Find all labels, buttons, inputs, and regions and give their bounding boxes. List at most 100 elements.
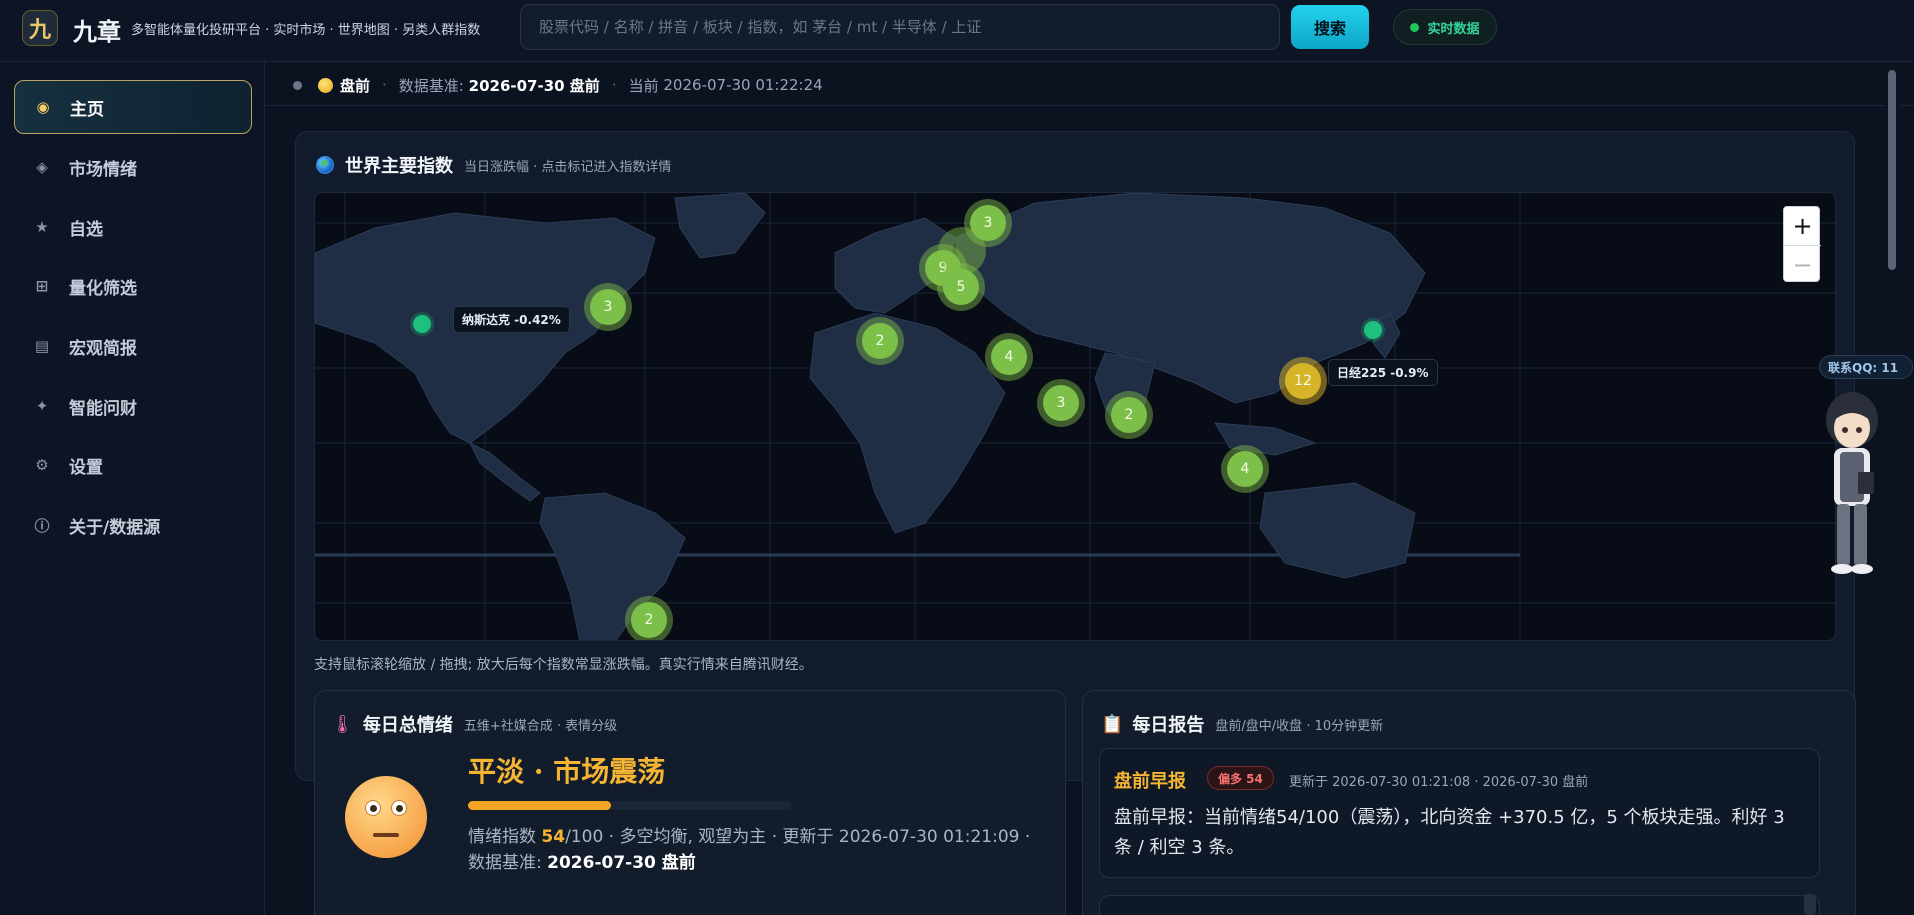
index-cluster[interactable]: 4 [1221,445,1269,493]
sidebar-item-about[interactable]: ⓘ 关于/数据源 [14,498,252,552]
sentiment-header: 🌡 每日总情绪 五维+社媒合成 · 表情分级 [331,711,617,737]
index-cluster[interactable]: 3 [1037,379,1085,427]
app-subtitle: 多智能体量化投研平台 · 实时市场 · 世界地图 · 另类人群指数 [131,23,481,38]
report-subtitle: 盘前/盘中/收盘 · 10分钟更新 [1215,718,1384,734]
diamond-icon: ◈ [36,158,48,176]
world-index-header: 世界主要指数 当日涨跌幅 · 点击标记进入指数详情 [316,152,671,178]
nasdaq-marker[interactable] [413,315,431,333]
globe-icon [316,156,334,174]
sidebar-item-label: 量化筛选 [69,278,137,299]
live-data-badge[interactable]: 实时数据 [1393,9,1497,45]
sentiment-title: 每日总情绪 [362,715,453,736]
zoom-in-button[interactable]: + [1784,207,1821,245]
world-map[interactable]: 纳斯达克 -0.42% 3 2 9 3 5 4 3 2 4 2 12 日经225… [314,192,1836,641]
sentiment-score: 54 [541,827,566,847]
index-cluster[interactable]: 5 [937,263,985,311]
info-icon: ⓘ [34,516,50,535]
basis-label: 数据基准: [398,76,464,95]
neutral-face-icon [345,776,427,858]
bias-badge: 偏多 54 [1207,766,1274,790]
radio-dot-icon: ◉ [36,98,50,116]
sidebar-item-watchlist[interactable]: ★ 自选 [14,200,252,254]
mouth [373,833,399,837]
list-icon: ▤ [34,337,50,355]
star-icon: ★ [35,218,49,236]
index-label: 情绪指数 [468,827,536,847]
sparkle-icon: ✦ [35,397,49,415]
world-index-title: 世界主要指数 [345,156,453,177]
sidebar-item-label: 市场情绪 [69,159,137,180]
divider [265,105,1914,106]
app-logo[interactable]: 九 [22,10,58,46]
sidebar-item-macro-brief[interactable]: ▤ 宏观简报 [14,319,252,373]
grid-icon: ⊞ [35,277,49,295]
report-header: 📋 每日报告 盘前/盘中/收盘 · 10分钟更新 [1101,711,1383,737]
clipboard-icon: 📋 [1101,713,1124,735]
sentiment-progress-bar [468,801,792,810]
score-max: /100 [565,827,604,847]
sidebar-item-label: 宏观简报 [69,338,137,359]
sentiment-progress-fill [468,801,611,810]
zoom-out-button[interactable]: − [1784,245,1821,283]
session-label: 盘前 [340,76,371,95]
page-scrollbar-thumb[interactable] [1888,70,1896,270]
report-item-title[interactable]: 盘前早报 [1114,767,1186,793]
basis-value: 2026-07-30 盘前 [468,76,600,95]
sentiment-subtitle: 五维+社媒合成 · 表情分级 [463,718,618,734]
index-marker[interactable] [1364,321,1382,339]
session-moon-icon [318,77,333,93]
eye [391,800,407,816]
sidebar-item-home[interactable]: ◉ 主页 [14,80,252,134]
index-cluster-japan[interactable]: 12 [1279,357,1327,405]
index-cluster[interactable]: 4 [985,333,1033,381]
current-label: 当前 [628,76,659,95]
mood-title: 平淡 · 市场震荡 [468,755,666,788]
cluster-count: 12 [1285,363,1321,399]
report-item-meta: 更新于 2026-07-30 01:21:08 · 2026-07-30 盘前 [1289,775,1589,790]
cluster-count: 3 [1043,385,1079,421]
cluster-count: 2 [862,323,898,359]
sidebar-item-label: 设置 [69,457,103,478]
sentiment-basis: 2026-07-30 盘前 [547,853,696,873]
map-hint: 支持鼠标滚轮缩放 / 拖拽; 放大后每个指数常显涨跌幅。真实行情来自腾讯财经。 [314,657,813,673]
sidebar-item-smart-ask[interactable]: ✦ 智能问财 [14,379,252,433]
sidebar-item-settings[interactable]: ⚙ 设置 [14,438,252,492]
sidebar-item-label: 智能问财 [69,398,137,419]
nasdaq-label[interactable]: 纳斯达克 -0.42% [453,306,570,333]
sidebar-item-label: 主页 [70,99,104,120]
report-item-text: 盘前早报：当前情绪54/100（震荡），北向资金 +370.5 亿，5 个板块走… [1114,807,1785,858]
live-status-dot-icon [1410,22,1420,32]
gear-icon: ⚙ [35,456,49,474]
cluster-count: 2 [1111,397,1147,433]
separator: · [611,76,617,94]
world-index-subtitle: 当日涨跌幅 · 点击标记进入指数详情 [464,159,672,175]
app-title: 九章 [73,18,121,46]
index-cluster[interactable]: 2 [1105,391,1153,439]
sidebar-item-label: 自选 [69,219,103,240]
cluster-count: 4 [991,339,1027,375]
report-scrollbar[interactable] [1804,894,1816,915]
eye [365,800,381,816]
sidebar-item-quant-screen[interactable]: ⊞ 量化筛选 [14,259,252,313]
current-time: 2026-07-30 01:22:24 [663,76,823,94]
thermometer-icon: 🌡 [331,713,354,735]
report-title: 每日报告 [1132,715,1205,736]
report-item-next[interactable] [1099,895,1820,915]
live-data-label: 实时数据 [1427,21,1480,37]
index-cluster[interactable]: 2 [625,596,673,640]
cluster-count: 3 [590,289,626,325]
index-cluster[interactable]: 3 [584,283,632,331]
contact-qq-badge[interactable]: 联系QQ: 11 [1819,355,1913,379]
status-dot-icon [293,80,302,90]
sidebar-item-label: 关于/数据源 [69,517,161,538]
cluster-count: 4 [1227,451,1263,487]
top-bar: 九 九章 多智能体量化投研平台 · 实时市场 · 世界地图 · 另类人群指数 搜… [0,0,1914,62]
index-cluster[interactable]: 2 [856,317,904,365]
nikkei-label[interactable]: 日经225 -0.9% [1328,359,1438,386]
search-button[interactable]: 搜索 [1291,5,1369,49]
search-input[interactable] [520,4,1280,50]
cluster-count: 5 [943,269,979,305]
market-status-line: 盘前 · 数据基准: 2026-07-30 盘前 · 当前 2026-07-30… [293,74,823,96]
sidebar-item-market-sentiment[interactable]: ◈ 市场情绪 [14,140,252,194]
mascot-avatar[interactable] [1812,382,1892,577]
